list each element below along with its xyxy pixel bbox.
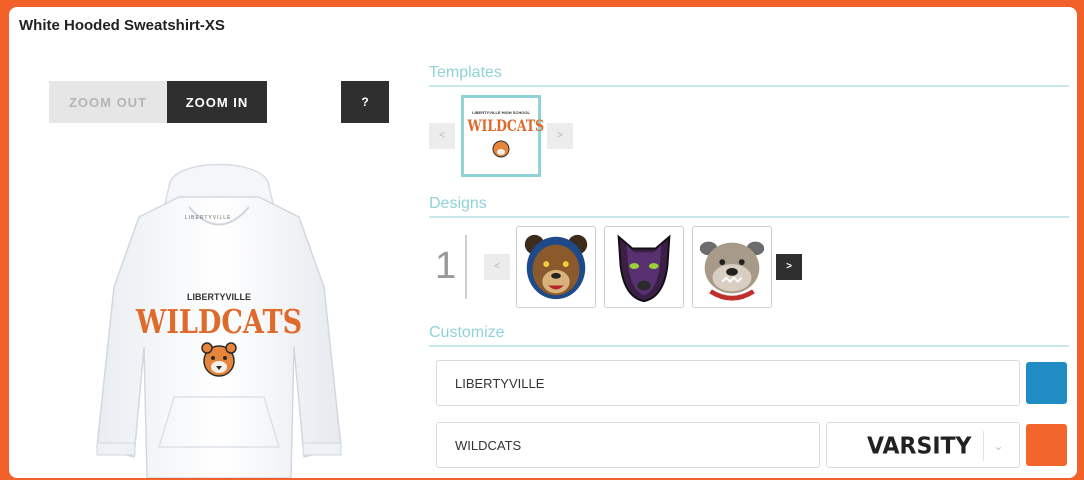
designs-prev-button[interactable]: <: [484, 254, 510, 280]
tiger-mascot-icon: [201, 342, 237, 377]
design-thumb-bulldog[interactable]: [692, 226, 772, 308]
templates-next-button[interactable]: >: [547, 123, 573, 149]
templates-prev-button[interactable]: <: [429, 123, 455, 149]
template-tiger-icon: [492, 140, 510, 158]
hoodie-preview: LIBERTYVILLE LIBERTYVILLE WILDCATS: [79, 147, 359, 478]
product-title: White Hooded Sweatshirt-XS: [19, 17, 225, 34]
hoodie-school-line: LIBERTYVILLE: [186, 292, 251, 302]
designs-divider: [429, 216, 1069, 218]
help-button[interactable]: ?: [341, 81, 389, 123]
bulldog-icon: [699, 241, 765, 301]
bear-icon: [524, 234, 588, 300]
template-thumb-wildcats[interactable]: LIBERTYVILLE HIGH SCHOOL WILDCATS: [461, 95, 545, 177]
hoodie-team-line: WILDCATS: [135, 302, 303, 341]
hoodie-tag-text: LIBERTYVILLE: [185, 215, 232, 221]
font-select[interactable]: VARSITY ⌄: [826, 422, 1020, 468]
template-main-text: WILDCATS: [467, 116, 545, 135]
zoom-in-button[interactable]: ZOOM IN: [167, 81, 267, 123]
line1-color-swatch[interactable]: [1026, 362, 1067, 404]
design-thumb-bear[interactable]: [516, 226, 596, 308]
templates-heading: Templates: [429, 64, 502, 81]
panther-icon: [617, 234, 671, 303]
line2-text-input[interactable]: [436, 422, 820, 468]
templates-divider: [429, 85, 1069, 87]
zoom-out-button[interactable]: ZOOM OUT: [49, 81, 167, 123]
product-panel: White Hooded Sweatshirt-XS ZOOM OUT ZOOM…: [9, 7, 1077, 478]
line1-text-input[interactable]: [436, 360, 1020, 406]
designs-page-divider: [465, 235, 467, 299]
customize-divider: [429, 345, 1069, 347]
designs-page-number: 1: [435, 245, 457, 287]
chevron-down-icon: ⌄: [983, 431, 1013, 461]
line2-color-swatch[interactable]: [1026, 424, 1067, 466]
customize-heading: Customize: [429, 324, 505, 341]
design-thumb-panther[interactable]: [604, 226, 684, 308]
designs-next-button[interactable]: >: [776, 254, 802, 280]
font-select-value: VARSITY: [867, 433, 972, 460]
designs-heading: Designs: [429, 195, 487, 212]
template-top-text: LIBERTYVILLE HIGH SCHOOL: [472, 110, 530, 115]
